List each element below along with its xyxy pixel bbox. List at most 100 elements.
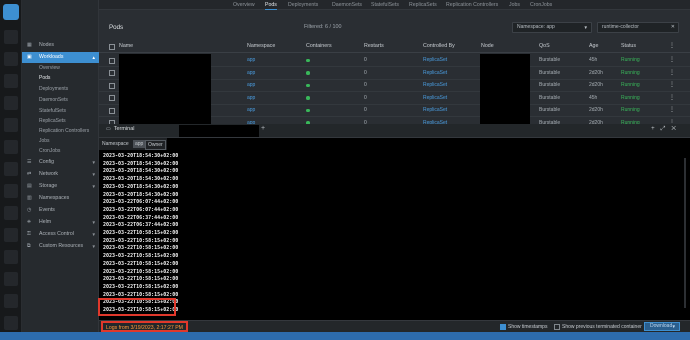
maximize-icon[interactable]: ⤢ xyxy=(661,126,672,132)
status-cell: Running xyxy=(621,57,640,63)
tab-terminal[interactable]: ▭ Terminal xyxy=(106,126,135,132)
select-all-checkbox[interactable] xyxy=(109,43,115,50)
sidebar-item-helm[interactable]: ⎈ Helm ▼ xyxy=(22,217,99,228)
close-icon[interactable]: ✕ xyxy=(671,23,675,32)
hotbar-slot[interactable] xyxy=(4,118,18,132)
tab-daemonsets[interactable]: DaemonSets xyxy=(332,0,362,10)
namespace-link[interactable]: app xyxy=(247,79,255,92)
log-output[interactable]: 2023-03-20T18:54:30+02:00 2023-03-20T18:5… xyxy=(99,150,690,320)
sidebar-item-namespaces[interactable]: ▥ Namespaces xyxy=(22,193,99,204)
controlled-by-link[interactable]: ReplicaSet xyxy=(423,104,447,117)
sidebar-item-config[interactable]: ☰ Config ▼ xyxy=(22,157,99,168)
age-cell: 2d20h xyxy=(589,69,603,76)
namespace-link[interactable]: app xyxy=(247,54,255,67)
tab-replication-controllers[interactable]: Replication Controllers xyxy=(446,0,498,10)
hotbar-slot[interactable] xyxy=(4,162,18,176)
sidebar-subitem-cronjobs[interactable]: CronJobs xyxy=(39,146,60,156)
hotbar-slot[interactable] xyxy=(4,52,18,66)
hotbar-slot[interactable] xyxy=(4,184,18,198)
chevron-down-icon: ▼ xyxy=(91,160,96,165)
column-node[interactable]: Node xyxy=(481,40,494,53)
column-controlled-by[interactable]: Controlled By xyxy=(423,40,455,53)
more-icon[interactable]: ⋮ xyxy=(669,67,675,80)
sidebar-item-access-control[interactable]: ⚿ Access Control ▼ xyxy=(22,229,99,240)
controlled-by-link[interactable]: ReplicaSet xyxy=(423,79,447,92)
tab-pods[interactable]: Pods xyxy=(265,0,277,10)
tab-cronjobs[interactable]: CronJobs xyxy=(530,0,552,10)
hotbar-slot[interactable] xyxy=(4,140,18,154)
sidebar-subitem-pods[interactable]: Pods xyxy=(39,73,50,83)
tab-deployments[interactable]: Deployments xyxy=(288,0,318,10)
show-previous-label[interactable]: Show previous terminated container xyxy=(562,323,642,331)
row-checkbox[interactable] xyxy=(109,70,115,76)
column-qos[interactable]: QoS xyxy=(539,40,550,53)
download-button[interactable]: Download ▼ xyxy=(644,322,680,331)
sidebar-item-storage[interactable]: ▤ Storage ▼ xyxy=(22,181,99,192)
hotbar-slot[interactable] xyxy=(4,206,18,220)
cluster-icon[interactable] xyxy=(3,4,19,20)
namespace-link[interactable]: app xyxy=(247,104,255,117)
new-tab-icon[interactable]: + xyxy=(651,126,661,132)
sidebar-item-events[interactable]: ◷ Events xyxy=(22,205,99,216)
row-checkbox[interactable] xyxy=(109,82,115,89)
sidebar-subitem-replication-controllers[interactable]: Replication Controllers xyxy=(39,126,89,136)
namespace-value[interactable]: app xyxy=(133,140,146,148)
column-name[interactable]: Name xyxy=(119,40,133,53)
row-checkbox[interactable] xyxy=(109,107,115,114)
hotbar-slot[interactable] xyxy=(4,30,18,44)
tab-replicasets[interactable]: ReplicaSets xyxy=(409,0,437,10)
column-namespace[interactable]: Namespace xyxy=(247,40,275,53)
controlled-by-link[interactable]: ReplicaSet xyxy=(423,92,447,105)
sidebar-subitem-jobs[interactable]: Jobs xyxy=(39,136,50,146)
chevron-up-icon: ▲ xyxy=(91,55,96,60)
show-timestamps-label[interactable]: Show timestamps xyxy=(508,323,547,331)
hotbar-slot[interactable] xyxy=(4,250,18,264)
owner-label[interactable]: Owner xyxy=(145,140,166,150)
log-line: 2023-03-22T10:58:15+02:00 xyxy=(103,260,179,267)
column-restarts[interactable]: Restarts xyxy=(364,40,384,53)
tab-statefulsets[interactable]: StatefulSets xyxy=(371,0,399,10)
hotbar-slot[interactable] xyxy=(4,272,18,286)
hotbar-slot[interactable] xyxy=(4,74,18,88)
sidebar-item-nodes[interactable]: ▦ Nodes xyxy=(22,40,99,51)
show-previous-checkbox[interactable] xyxy=(554,324,560,330)
search-input[interactable]: runtime-collector ✕ xyxy=(597,22,679,33)
sidebar-item-custom-resources[interactable]: ⧉ Custom Resources ▼ xyxy=(22,241,99,252)
sidebar-subitem-daemonsets[interactable]: DaemonSets xyxy=(39,95,68,105)
tab-jobs[interactable]: Jobs xyxy=(509,0,520,10)
controlled-by-link[interactable]: ReplicaSet xyxy=(423,67,447,80)
column-age[interactable]: Age xyxy=(589,40,598,53)
namespace-link[interactable]: app xyxy=(247,92,255,105)
hotbar-slot[interactable] xyxy=(4,228,18,242)
sidebar-item-network[interactable]: ⇄ Network ▼ xyxy=(22,169,99,180)
scrollbar[interactable] xyxy=(684,158,686,308)
column-status[interactable]: Status xyxy=(621,40,636,53)
row-checkbox[interactable] xyxy=(109,95,115,101)
tab-overview[interactable]: Overview xyxy=(233,0,255,10)
controlled-by-link[interactable]: ReplicaSet xyxy=(423,54,447,67)
qos-cell: Burstable xyxy=(539,82,561,88)
sidebar-subitem-statefulsets[interactable]: StatefulSets xyxy=(39,106,66,116)
namespace-select[interactable]: Namespace: app ▼ xyxy=(512,22,592,33)
add-tab-icon[interactable]: + xyxy=(261,125,265,132)
more-icon[interactable]: ⋮ xyxy=(669,92,675,105)
more-icon[interactable]: ⋮ xyxy=(669,104,675,117)
sidebar-subitem-replicasets[interactable]: ReplicaSets xyxy=(39,116,66,126)
show-timestamps-checkbox[interactable] xyxy=(500,324,506,330)
hotbar-slot[interactable] xyxy=(4,316,18,330)
config-icon: ☰ xyxy=(27,159,32,165)
more-icon[interactable]: ⋮ xyxy=(669,79,675,92)
more-icon[interactable]: ⋮ xyxy=(669,54,675,67)
sidebar-subitem-overview[interactable]: Overview xyxy=(39,63,60,73)
row-checkbox[interactable] xyxy=(109,57,115,64)
redacted-nodes xyxy=(480,54,530,124)
hotbar-slot[interactable] xyxy=(4,294,18,308)
sidebar-subitem-deployments[interactable]: Deployments xyxy=(39,84,68,94)
column-containers[interactable]: Containers xyxy=(306,40,332,53)
close-icon[interactable]: ✕ xyxy=(671,126,682,132)
namespace-link[interactable]: app xyxy=(247,67,255,80)
custom-resources-icon: ⧉ xyxy=(27,243,31,249)
more-icon[interactable]: ⋮ xyxy=(669,40,675,53)
hotbar-slot[interactable] xyxy=(4,96,18,110)
sidebar-item-workloads[interactable]: ▣ Workloads ▲ xyxy=(22,52,99,63)
